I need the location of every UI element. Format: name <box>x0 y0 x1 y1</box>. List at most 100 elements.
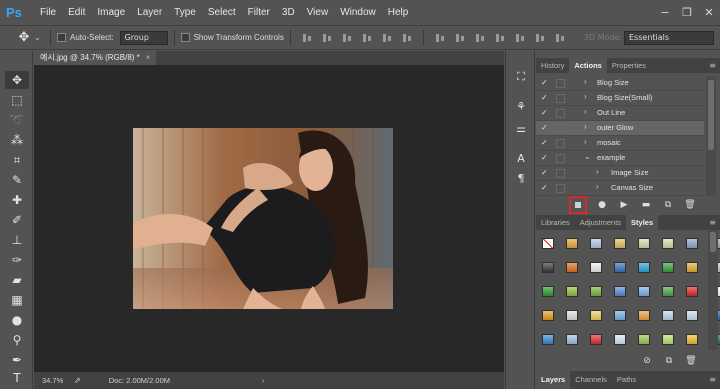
action-toggle-check-icon[interactable]: ✓ <box>541 78 548 87</box>
menu-file[interactable]: File <box>40 7 56 18</box>
close-button[interactable]: ✕ <box>698 0 720 25</box>
dialog-toggle-box[interactable] <box>556 94 565 103</box>
menu-view[interactable]: View <box>307 7 329 18</box>
tab-properties[interactable]: Properties <box>607 58 651 73</box>
action-toggle-check-icon[interactable]: ✓ <box>541 168 548 177</box>
chevron-right-icon[interactable]: › <box>584 77 587 86</box>
style-swatch[interactable] <box>614 286 626 297</box>
canvas-area[interactable] <box>34 65 504 372</box>
align-bottom-icon[interactable] <box>341 32 353 44</box>
eyedropper-tool-icon[interactable]: ✎ <box>5 171 29 189</box>
align-vertical-center-icon[interactable] <box>321 32 333 44</box>
chevron-right-icon[interactable]: › <box>596 182 599 191</box>
record-icon[interactable]: ● <box>595 198 609 212</box>
chevron-right-icon[interactable]: › <box>584 122 587 131</box>
style-swatch[interactable] <box>662 310 674 321</box>
style-swatch[interactable] <box>590 334 602 345</box>
menu-3d[interactable]: 3D <box>282 7 295 18</box>
action-row[interactable]: ✓ › outer Glow <box>536 121 704 136</box>
tab-styles[interactable]: Styles <box>626 215 659 230</box>
dodge-tool-icon[interactable]: ⚲ <box>5 331 29 349</box>
export-icon[interactable]: ⇗ <box>74 376 81 385</box>
dialog-toggle-box[interactable] <box>556 79 565 88</box>
style-swatch[interactable] <box>638 334 650 345</box>
distribute-right-icon[interactable] <box>534 32 546 44</box>
move-tool-preset-icon[interactable]: ✥ <box>14 30 34 45</box>
history-brush-panel-icon[interactable]: ⛶ <box>512 69 530 85</box>
dialog-toggle-box[interactable] <box>556 184 565 193</box>
tab-adjustments[interactable]: Adjustments <box>575 215 626 230</box>
menu-window[interactable]: Window <box>340 7 376 18</box>
style-swatch[interactable] <box>566 334 578 345</box>
distribute-left-icon[interactable] <box>494 32 506 44</box>
distribute-vertical-center-icon[interactable] <box>454 32 466 44</box>
menu-help[interactable]: Help <box>388 7 409 18</box>
style-swatch[interactable] <box>542 262 554 273</box>
align-right-icon[interactable] <box>401 32 413 44</box>
character-panel-icon[interactable]: A <box>512 151 530 167</box>
style-swatch[interactable] <box>566 262 578 273</box>
clone-stamp-tool-icon[interactable]: ⊥ <box>5 231 29 249</box>
style-swatch[interactable] <box>638 310 650 321</box>
style-swatch[interactable] <box>638 286 650 297</box>
style-swatch[interactable] <box>662 262 674 273</box>
paragraph-panel-icon[interactable]: ¶ <box>512 171 530 187</box>
style-swatch[interactable] <box>638 238 650 249</box>
stop-icon[interactable] <box>569 196 587 214</box>
action-row[interactable]: ✓ › Blog Size <box>536 76 704 91</box>
style-swatch[interactable] <box>662 334 674 345</box>
dialog-toggle-box[interactable] <box>556 169 565 178</box>
crop-tool-icon[interactable]: ⌗ <box>5 151 29 169</box>
action-toggle-check-icon[interactable]: ✓ <box>541 123 548 132</box>
style-swatch[interactable] <box>614 310 626 321</box>
dialog-toggle-box[interactable] <box>556 139 565 148</box>
document-image[interactable] <box>133 128 393 309</box>
play-icon[interactable]: ▶ <box>617 198 631 212</box>
chevron-right-icon[interactable]: › <box>596 167 599 176</box>
healing-brush-tool-icon[interactable]: ✚ <box>5 191 29 209</box>
style-swatch[interactable] <box>566 238 578 249</box>
folder-icon[interactable]: ▬ <box>639 198 653 212</box>
marquee-tool-icon[interactable]: ⬚ <box>5 91 29 109</box>
style-swatch[interactable] <box>686 286 698 297</box>
style-swatch[interactable] <box>614 262 626 273</box>
auto-select-dropdown[interactable]: Group <box>119 30 168 45</box>
style-swatch[interactable] <box>686 310 698 321</box>
style-swatch[interactable] <box>614 238 626 249</box>
trash-icon[interactable]: 🗑 <box>684 354 698 368</box>
show-transform-checkbox[interactable] <box>180 33 190 42</box>
new-action-icon[interactable]: ⧉ <box>661 198 675 212</box>
chevron-right-icon[interactable]: › <box>584 92 587 101</box>
styles-scrollbar[interactable] <box>708 230 718 350</box>
style-swatch[interactable] <box>590 238 602 249</box>
action-row[interactable]: ✓ › mosaic <box>536 136 704 151</box>
style-none-swatch[interactable] <box>542 238 554 249</box>
tool-presets-icon[interactable]: ⚌ <box>512 121 530 137</box>
trash-icon[interactable]: 🗑 <box>683 198 697 212</box>
workspace-dropdown[interactable]: Essentials <box>624 31 714 45</box>
clear-style-icon[interactable]: ⊘ <box>640 354 654 368</box>
panel-menu-icon[interactable]: ≡ <box>709 58 716 73</box>
pen-tool-icon[interactable]: ✒ <box>5 351 29 369</box>
style-swatch[interactable] <box>542 334 554 345</box>
brush-panel-icon[interactable]: ⚘ <box>512 99 530 115</box>
close-tab-icon[interactable]: × <box>146 53 151 62</box>
maximize-button[interactable]: ❐ <box>676 0 698 25</box>
action-toggle-check-icon[interactable]: ✓ <box>541 183 548 192</box>
style-swatch[interactable] <box>686 238 698 249</box>
style-swatch[interactable] <box>662 238 674 249</box>
style-swatch[interactable] <box>590 286 602 297</box>
action-row[interactable]: ✓ ⌄ example <box>536 151 704 166</box>
new-style-icon[interactable]: ⧉ <box>662 354 676 368</box>
dialog-toggle-box[interactable] <box>556 109 565 118</box>
dialog-toggle-box[interactable] <box>556 154 565 163</box>
menu-filter[interactable]: Filter <box>248 7 270 18</box>
align-left-icon[interactable] <box>361 32 373 44</box>
action-toggle-check-icon[interactable]: ✓ <box>541 153 548 162</box>
auto-align-icon[interactable] <box>554 32 566 44</box>
actions-scrollbar[interactable] <box>706 76 716 196</box>
minimize-button[interactable]: − <box>654 0 676 25</box>
menu-image[interactable]: Image <box>97 7 125 18</box>
distribute-bottom-icon[interactable] <box>474 32 486 44</box>
align-top-icon[interactable] <box>301 32 313 44</box>
